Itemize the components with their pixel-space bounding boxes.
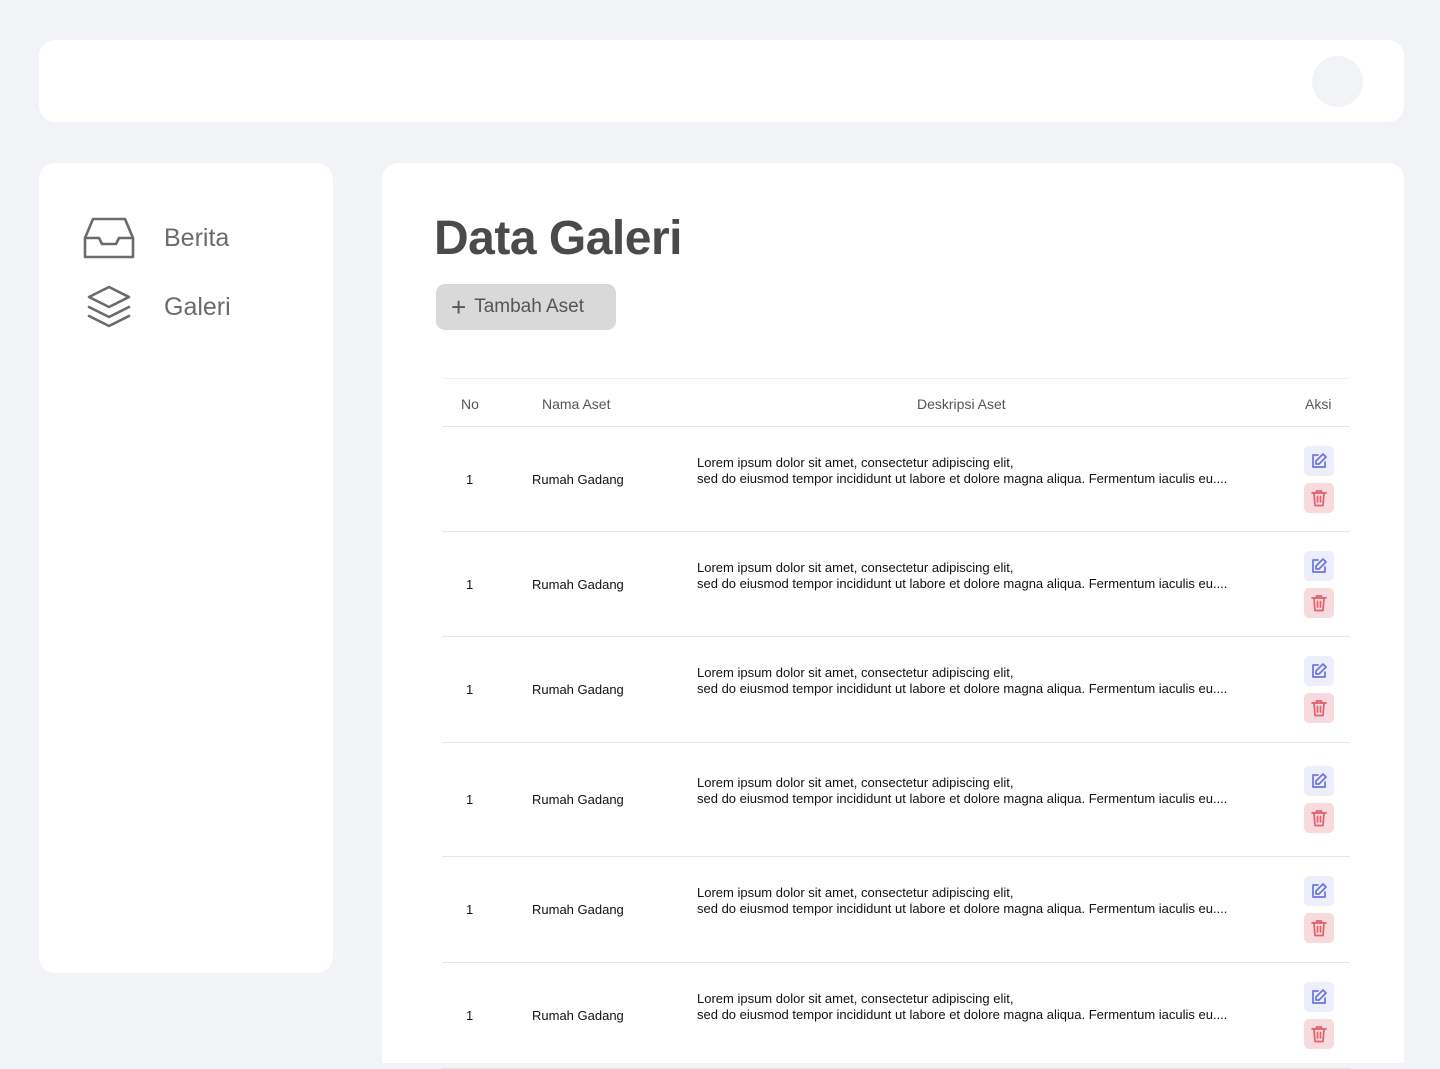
inbox-icon	[83, 215, 135, 261]
cell-name: Rumah Gadang	[532, 792, 624, 807]
desc-line-2: sed do eiusmod tempor incididunt ut labo…	[697, 681, 1228, 696]
sidebar-item-label: Berita	[164, 223, 230, 252]
trash-icon	[1311, 920, 1327, 937]
cell-name: Rumah Gadang	[532, 471, 624, 487]
cell-no: 1	[466, 682, 474, 697]
cell-no: 1	[466, 902, 474, 917]
edit-icon	[1312, 989, 1327, 1004]
add-asset-button[interactable]: + Tambah Aset	[436, 284, 616, 330]
cell-desc: Lorem ipsum dolor sit amet, consectetur …	[697, 775, 1227, 807]
edit-icon	[1312, 452, 1327, 468]
desc-line-1: Lorem ipsum dolor sit amet, consectetur …	[697, 559, 1014, 575]
table-row: 1 Rumah Gadang Lorem ipsum dolor sit amet,…	[442, 532, 1350, 637]
cell-desc: Lorem ipsum dolor sit amet, consectetur …	[697, 885, 1227, 917]
delete-button[interactable]	[1304, 587, 1334, 618]
edit-icon	[1312, 883, 1327, 898]
edit-icon	[1312, 663, 1327, 678]
table-row: 1 Rumah Gadang Lorem ipsum dolor sit amet,…	[442, 857, 1350, 963]
add-asset-label: Tambah Aset	[474, 296, 585, 317]
table-body: 1 Rumah Gadang Lorem ipsum dolor sit amet,…	[442, 427, 1350, 1069]
cell-no: 1	[466, 792, 474, 807]
cell-desc: Lorem ipsum dolor sit amet, consectetur …	[697, 455, 1227, 487]
desc-line-1: Lorem ipsum dolor sit amet, consectetur …	[697, 775, 1014, 790]
desc-line-2: sed do eiusmod tempor incididunt ut labo…	[697, 901, 1228, 916]
cell-desc: Lorem ipsum dolor sit amet, consectetur …	[697, 665, 1227, 697]
asset-table: No Nama Aset Deskripsi Aset Aksi 1 Rumah …	[442, 378, 1350, 1069]
cell-no: 1	[466, 1008, 474, 1023]
header-no: No	[461, 396, 479, 412]
table-row: 1 Rumah Gadang Lorem ipsum dolor sit amet,…	[442, 427, 1350, 532]
top-bar	[39, 40, 1404, 122]
desc-line-1: Lorem ipsum dolor sit amet, consectetur …	[697, 454, 1014, 470]
main-panel: Data Galeri + Tambah Aset No Nama Aset D…	[382, 163, 1404, 1069]
desc-line-2: sed do eiusmod tempor incididunt ut labo…	[697, 470, 1228, 486]
desc-line-1: Lorem ipsum dolor sit amet, consectetur …	[697, 991, 1014, 1006]
desc-line-1: Lorem ipsum dolor sit amet, consectetur …	[697, 665, 1014, 680]
cell-name: Rumah Gadang	[532, 1008, 624, 1023]
cell-name: Rumah Gadang	[532, 576, 624, 592]
header-desc: Deskripsi Aset	[917, 396, 1006, 412]
sidebar-item-label: Galeri	[164, 292, 231, 321]
edit-icon	[1312, 557, 1327, 573]
table-row: 1 Rumah Gadang Lorem ipsum dolor sit amet,…	[442, 963, 1350, 1069]
cell-name: Rumah Gadang	[532, 902, 624, 917]
delete-button[interactable]	[1304, 803, 1334, 833]
trash-icon	[1311, 700, 1327, 717]
layers-icon	[83, 284, 135, 330]
cell-desc: Lorem ipsum dolor sit amet, consectetur …	[697, 560, 1227, 592]
delete-button[interactable]	[1304, 693, 1334, 723]
desc-line-1: Lorem ipsum dolor sit amet, consectetur …	[697, 885, 1014, 900]
desc-line-2: sed do eiusmod tempor incididunt ut labo…	[697, 791, 1228, 806]
trash-icon	[1311, 1026, 1327, 1043]
edit-button[interactable]	[1304, 766, 1334, 796]
edit-icon	[1312, 773, 1327, 788]
cell-desc: Lorem ipsum dolor sit amet, consectetur …	[697, 991, 1227, 1023]
page-title: Data Galeri	[434, 212, 682, 265]
table-row: 1 Rumah Gadang Lorem ipsum dolor sit amet,…	[442, 637, 1350, 743]
desc-line-2: sed do eiusmod tempor incididunt ut labo…	[697, 1007, 1228, 1022]
edit-button[interactable]	[1304, 982, 1334, 1012]
edit-button[interactable]	[1304, 445, 1334, 476]
edit-button[interactable]	[1304, 550, 1334, 581]
cell-no: 1	[466, 576, 474, 592]
table-header: No Nama Aset Deskripsi Aset Aksi	[442, 378, 1350, 427]
header-name: Nama Aset	[542, 396, 611, 412]
header-action: Aksi	[1305, 396, 1332, 412]
edit-button[interactable]	[1304, 656, 1334, 686]
sidebar: Berita Galeri	[39, 163, 333, 973]
sidebar-item-galeri[interactable]: Galeri	[83, 282, 303, 332]
edit-button[interactable]	[1304, 876, 1334, 906]
cell-no: 1	[466, 471, 474, 487]
cell-name: Rumah Gadang	[532, 682, 624, 697]
trash-icon	[1311, 810, 1327, 827]
plus-icon: +	[451, 292, 467, 322]
table-row: 1 Rumah Gadang Lorem ipsum dolor sit amet,…	[442, 743, 1350, 857]
sidebar-item-berita[interactable]: Berita	[83, 213, 303, 263]
delete-button[interactable]	[1304, 913, 1334, 943]
trash-icon	[1311, 594, 1327, 611]
avatar[interactable]	[1312, 56, 1363, 107]
desc-line-2: sed do eiusmod tempor incididunt ut labo…	[697, 575, 1228, 591]
trash-icon	[1311, 489, 1327, 506]
delete-button[interactable]	[1304, 482, 1334, 513]
